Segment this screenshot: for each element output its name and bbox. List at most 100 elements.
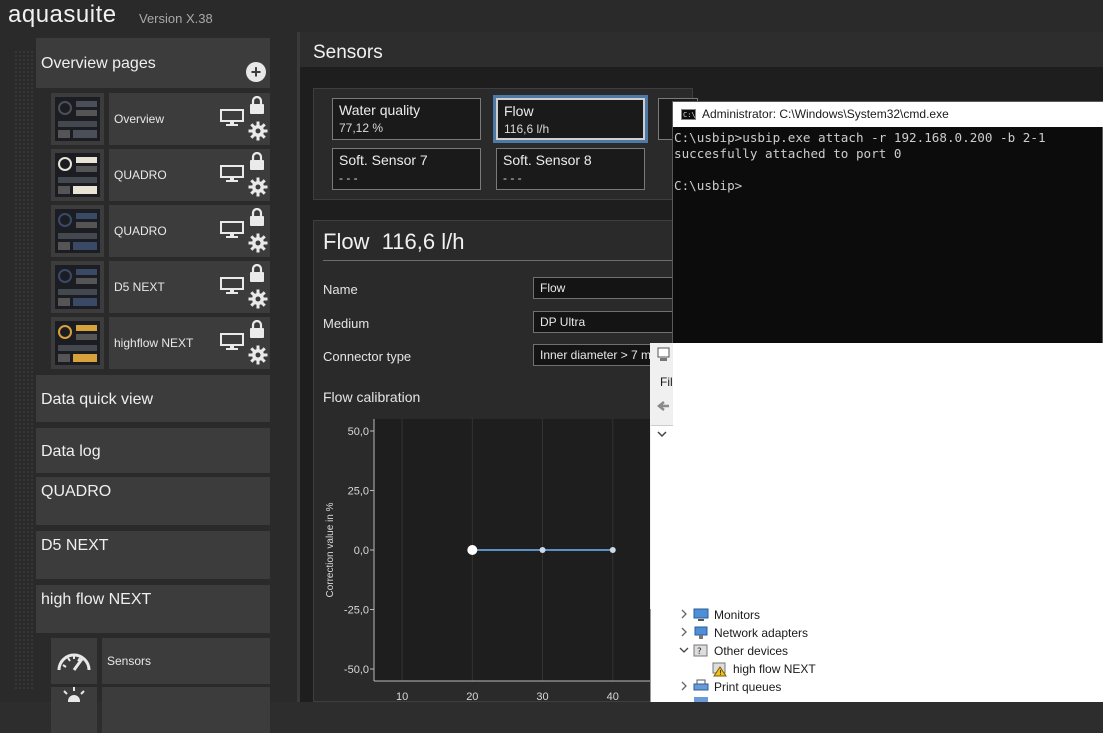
sidebar-item-quadro[interactable]: QUADRO [36,477,270,525]
x-tick-label: 10 [396,691,408,702]
overview-page-item[interactable]: D5 NEXT [109,261,270,313]
cmd-icon: C:\ [681,109,696,120]
tree-item-monitors[interactable]: Monitors [714,608,760,622]
tile-value: - - - [503,171,522,185]
gear-icon[interactable] [248,121,268,141]
overview-page-name: Overview [114,112,165,126]
sidebar-subitem-next[interactable] [51,687,270,733]
overview-thumbnail[interactable] [51,205,104,257]
overview-page-item[interactable]: QUADRO [109,149,270,201]
y-tick-label: 0,0 [354,545,369,557]
monitor-icon[interactable] [220,333,244,350]
sidebar-item-d5-next[interactable]: D5 NEXT [36,531,270,579]
chevron-right-icon[interactable] [678,680,690,692]
printer-icon [693,679,709,691]
y-tick-label: 25,0 [348,486,369,498]
sensor-tile-soft-sensor-7[interactable]: Soft. Sensor 7 - - - [332,148,481,190]
gear-icon[interactable] [248,345,268,365]
overview-thumbnail[interactable] [51,317,104,369]
overview-page-name: QUADRO [114,168,167,182]
tree-item-network-adapters[interactable]: Network adapters [714,626,808,640]
sidebar-item-data-log[interactable]: Data log [36,428,270,473]
gear-icon[interactable] [248,289,268,309]
sensor-value: 116,6 l/h [381,229,465,254]
overview-page-name: highflow NEXT [114,336,194,350]
monitor-icon[interactable] [220,165,244,182]
overview-thumbnail[interactable] [51,93,104,145]
lock-icon[interactable] [249,264,265,282]
sensors-item[interactable]: Sensors [102,638,270,684]
cmd-line: succesfully attached to port 0 [674,146,902,161]
cmd-line[interactable]: C:\usbip> [674,178,742,193]
name-field[interactable]: Flow [533,277,683,299]
chevron-right-icon[interactable] [678,626,690,638]
overview-page-row[interactable]: QUADRO [51,205,270,257]
medium-select[interactable]: DP Ultra [533,311,683,333]
chevron-right-icon[interactable] [678,608,690,620]
y-tick-label: -25,0 [344,605,369,617]
divider [323,260,683,261]
sensor-tile-water-quality[interactable]: Water quality 77,12 % [332,98,481,140]
gear-icon[interactable] [248,177,268,197]
monitor-icon[interactable] [220,221,244,238]
sidebar-item[interactable] [102,687,270,733]
overview-page-name: D5 NEXT [114,280,165,294]
lock-icon[interactable] [249,208,265,226]
overview-page-row[interactable]: highflow NEXT [51,317,270,369]
partial-device-icon [694,697,708,702]
sensor-tile-flow[interactable]: Flow 116,6 l/h [493,95,648,143]
cmd-line: C:\usbip>usbip.exe attach -r 192.168.0.2… [674,130,1046,145]
overview-page-row[interactable]: D5 NEXT [51,261,270,313]
tile-value: 116,6 l/h [504,122,550,136]
lock-icon[interactable] [249,152,265,170]
svg-text:?: ? [697,647,702,657]
sensor-tile-soft-sensor-8[interactable]: Soft. Sensor 8 - - - [496,148,645,190]
overview-page-row[interactable]: QUADRO [51,149,270,201]
sidebar-texture [14,50,34,690]
back-arrow-icon[interactable] [655,398,672,415]
overview-page-row[interactable]: Overview [51,93,270,145]
file-menu[interactable]: Fil [660,375,673,389]
overview-thumbnail[interactable] [51,261,104,313]
monitor-icon[interactable] [220,109,244,126]
tree-item-high-flow-next[interactable]: high flow NEXT [733,662,816,676]
sidebar-item-label: high flow NEXT [41,591,152,608]
main-header [300,32,1103,67]
x-tick-label: 20 [466,691,478,702]
overview-pages-header[interactable]: Overview pages + [36,38,270,88]
app-version: Version X.38 [139,11,213,26]
sidebar-item-label: Data log [41,443,101,460]
connector-type-label: Connector type [323,349,412,364]
medium-label: Medium [323,316,370,331]
overview-page-item[interactable]: QUADRO [109,205,270,257]
tile-label: Soft. Sensor 7 [339,152,428,168]
sensor-name: Flow [323,229,370,254]
tile-label: Water quality [339,102,421,118]
tile-value: 77,12 % [339,121,384,135]
chevron-down-icon[interactable] [656,428,668,443]
tree-item-other-devices[interactable]: Other devices [714,644,788,658]
tile-value: - - - [339,171,358,185]
lock-icon[interactable] [249,320,265,338]
tile-label: Flow [504,103,534,119]
add-page-icon[interactable]: + [246,62,266,82]
sidebar-subitem-sensors[interactable]: Sensors [51,638,270,684]
overview-page-item[interactable]: highflow NEXT [109,317,270,369]
overview-thumbnail[interactable] [51,149,104,201]
chevron-down-icon[interactable] [678,644,690,656]
calibration-point [609,547,616,553]
sidebar-item-high-flow-next[interactable]: high flow NEXT [36,585,270,633]
tree-item-print-queues[interactable]: Print queues [714,680,781,694]
tile-label: Soft. Sensor 8 [503,152,592,168]
device-tree-pane [651,425,673,609]
gear-icon[interactable] [248,233,268,253]
app-title: aquasuite [8,1,117,28]
calibration-point [467,545,478,555]
sun-icon [51,687,97,733]
lock-icon[interactable] [249,96,265,114]
y-axis-label: Correction value in % [325,502,336,597]
page-title: Sensors [313,42,383,63]
overview-page-item[interactable]: Overview [109,93,270,145]
monitor-icon[interactable] [220,277,244,294]
sidebar-item-data-quick-view[interactable]: Data quick view [36,375,270,422]
